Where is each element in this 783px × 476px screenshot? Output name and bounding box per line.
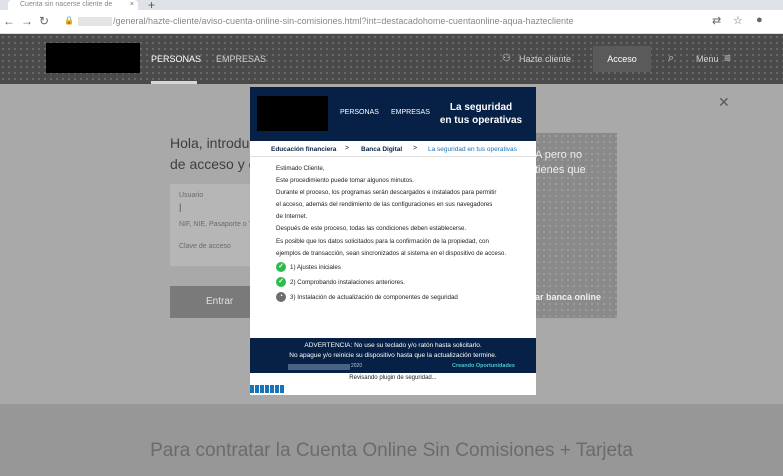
footer-link[interactable]: Creando Oportunidades [452,363,515,369]
warning-line: ADVERTENCIA: No use su teclado y/o ratón… [304,342,482,349]
step-label: 2) Comprobando instalaciones anteriores. [290,279,405,286]
breadcrumb-separator: > [413,145,418,152]
popup-header: PERSONAS EMPRESAS La seguridad en tus op… [250,87,536,141]
step-item: ✓ 1) Ajustes iniciales [276,262,516,274]
body-line: Durante el proceso, los programas serán … [276,189,497,197]
warning-line: No apague y/o reinicie su dispositivo ha… [289,352,497,359]
nav-hazte-cliente[interactable]: Hazte cliente [519,54,571,64]
step-item: ◔ 3) Instalación de actualización de com… [276,292,516,304]
footer-year: 2020 [351,363,363,369]
body-line: Estimado Cliente, [276,165,325,172]
body-line: Este procedimiento puede tomar algunos m… [276,177,414,185]
breadcrumb-separator: > [345,145,350,152]
progress-fill [250,385,285,393]
nav-empresas[interactable]: EMPRESAS [216,54,266,64]
body-line: el acceso, además del rendimiento de las… [276,201,493,209]
breadcrumb: Educación financiera > Banca Digital > L… [250,141,536,157]
login-form: Usuario | NIF, NIE, Pasaporte o T Clave … [170,184,253,266]
search-icon[interactable]: ⌕ [668,52,674,65]
breadcrumb-banca-digital[interactable]: Banca Digital [361,146,402,153]
user-add-icon[interactable]: ⚇ [502,53,511,64]
step-item: ✓ 2) Comprobando instalaciones anteriore… [276,277,516,289]
body-line: ejemplos de transacción, sean sincroniza… [276,249,507,257]
browser-toolbar: ← → ↻ 🔒 /general/hazte-cliente/aviso-cue… [0,10,783,34]
body-line: Después de este proceso, todas las condi… [276,225,467,233]
tab-strip: Cuenta sin nacerse cliente de × + [0,0,783,12]
login-heading: Hola, introduc de acceso y e [170,135,257,172]
body-line: Es posible que los datos solicitados par… [276,237,489,245]
check-icon: ✓ [276,277,286,287]
status-bar: Revisando plugin de seguridad... [250,373,536,383]
contratar-heading: Para contratar la Cuenta Online Sin Comi… [150,440,633,461]
lock-icon[interactable]: 🔒 [64,16,74,25]
close-icon[interactable]: ✕ [718,94,730,111]
profile-icon[interactable]: ● [756,14,763,26]
entrar-button[interactable]: Entrar [170,286,250,318]
lower-section: Para contratar la Cuenta Online Sin Comi… [0,404,783,476]
clock-icon: ◔ [276,292,286,302]
promo-cta[interactable]: ar banca online [535,292,601,302]
promo-text: A pero no tienes que [535,149,586,176]
step-label: 1) Ajustes iniciales [290,264,341,271]
nav-personas[interactable]: PERSONAS [151,54,201,64]
footer-redacted [288,364,350,370]
translate-icon[interactable]: ⇄ [712,14,721,27]
tab-title: Cuenta sin nacerse cliente de [20,1,113,8]
clave-field[interactable]: Clave de acceso [179,243,231,250]
back-icon[interactable]: ← [2,14,16,28]
site-nav: PERSONAS EMPRESAS ⚇ Hazte cliente Acceso… [0,34,783,84]
tab-close-icon[interactable]: × [130,0,134,9]
forward-icon[interactable]: → [20,14,34,28]
security-popup: PERSONAS EMPRESAS La seguridad en tus op… [250,87,536,395]
hamburger-icon[interactable]: ≡ [724,51,731,65]
usuario-field[interactable]: Usuario [179,192,203,199]
popup-logo [257,96,328,131]
nav-menu[interactable]: Menu [696,54,719,64]
popup-nav-personas[interactable]: PERSONAS [340,109,379,116]
site-logo[interactable] [46,43,140,73]
browser-tab[interactable]: Cuenta sin nacerse cliente de × [8,0,138,10]
breadcrumb-seguridad[interactable]: La seguridad en tus operativas [428,146,517,153]
text-cursor: | [179,202,182,212]
breadcrumb-educacion[interactable]: Educación financiera [271,146,336,153]
step-label: 3) Instalación de actualización de compo… [290,294,458,301]
reload-icon[interactable]: ↻ [37,14,51,28]
star-icon[interactable]: ☆ [733,14,743,27]
popup-title: La seguridad en tus operativas [439,102,523,126]
nif-hint: NIF, NIE, Pasaporte o T [179,221,253,228]
body-line: de Internet. [276,213,308,221]
address-bar[interactable]: 🔒 /general/hazte-cliente/aviso-cuenta-on… [58,14,758,30]
popup-nav-empresas[interactable]: EMPRESAS [391,109,430,116]
check-icon: ✓ [276,262,286,272]
acceso-button[interactable]: Acceso [593,46,651,72]
url-text: /general/hazte-cliente/aviso-cuenta-onli… [78,16,574,27]
popup-body: Estimado Cliente, Este procedimiento pue… [276,163,526,260]
url-host-redacted [78,17,112,27]
status-text: Revisando plugin de seguridad... [349,375,437,381]
warning-bar: ADVERTENCIA: No use su teclado y/o ratón… [250,338,536,373]
progress-bar [250,385,536,393]
